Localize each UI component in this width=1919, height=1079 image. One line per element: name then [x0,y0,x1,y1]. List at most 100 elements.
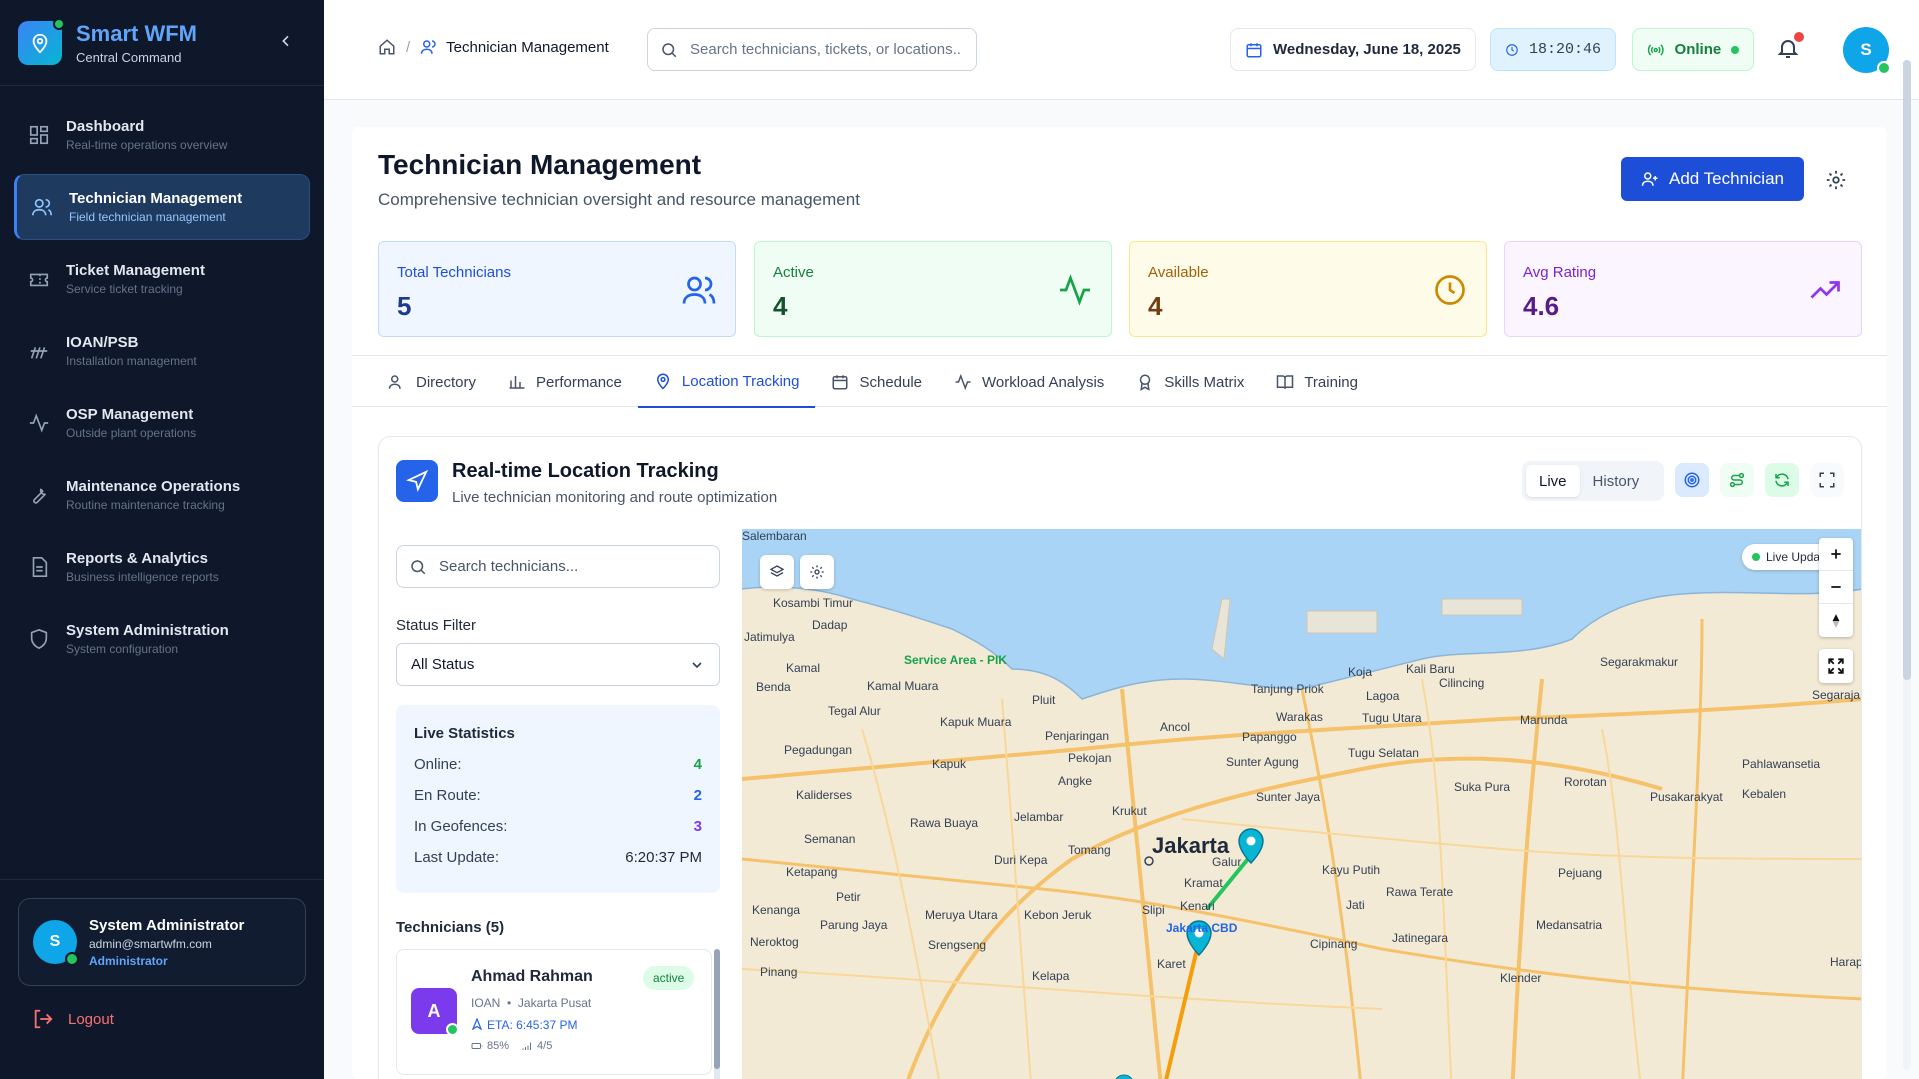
target-icon [1684,472,1700,488]
zoom-out-button[interactable] [1819,571,1853,604]
map-place-label: Meruya Utara [925,908,998,922]
refresh-button[interactable] [1765,463,1799,497]
map-tools [760,555,834,589]
notifications-button[interactable] [1776,32,1804,60]
map-place-label: Jatinegara [1392,931,1449,945]
location-tracking-card: Real-time Location Tracking Live technic… [378,436,1862,1079]
ticket-icon [29,273,49,287]
sidebar-item-label: Ticket Management [66,262,205,279]
avatar: S [33,920,79,966]
logout-button[interactable]: Logout [32,1008,114,1030]
chevron-left-icon [282,35,289,47]
technician-meta: IOAN • Jakarta Pusat [471,996,592,1010]
zoom-controls [1819,538,1853,637]
layers-button[interactable] [760,555,794,589]
user-plus-icon [1641,172,1658,186]
map-place-label: Kamal Muara [867,679,939,693]
zoom-in-button[interactable] [1819,538,1853,571]
compass-button[interactable] [1819,604,1853,637]
sidebar-item-technician-management[interactable]: Technician Management Field technician ma… [14,174,310,240]
brand-logo [18,17,65,65]
map-place-label: Petir [836,890,861,904]
collapse-sidebar-button[interactable] [278,33,294,49]
tab-training[interactable]: Training [1260,356,1374,408]
map-place-label: Neroktog [750,935,799,949]
live-indicator-dot [1752,553,1760,561]
tab-schedule[interactable]: Schedule [815,356,938,408]
user-avatar-button[interactable]: S [1843,27,1891,75]
date-display: Wednesday, June 18, 2025 [1230,28,1476,71]
map-place-label: Kali Baru [1406,662,1455,676]
time-display: 18:20:46 [1490,28,1616,71]
breadcrumb-current: Technician Management [446,38,609,56]
stat-row-en-route: En Route: 2 [414,787,702,818]
map-place-label: Semanan [804,832,856,846]
navigation-icon [406,470,428,492]
sidebar-footer: S System Administrator admin@smartwfm.co… [0,879,324,1079]
plus-icon [1831,549,1841,559]
technician-list-item[interactable]: A Ahmad Rahman active IOAN • Jakarta Pus… [396,949,712,1075]
tab-label: Workload Analysis [982,373,1105,391]
sidebar-item-ioan-psb[interactable]: IOAN/PSB Installation management [14,318,310,384]
map-fullscreen-button[interactable] [1819,649,1853,683]
book-icon [1277,375,1294,389]
map-place-label: Kebon Jeruk [1024,908,1092,922]
live-statistics-panel: Live Statistics Online: 4 En Route: 2 In G… [396,705,720,893]
sidebar-item-system-administration[interactable]: System Administration System configuratio… [14,606,310,672]
global-search[interactable] [647,28,977,71]
stat-card-avg-rating: Avg Rating 4.6 [1504,241,1862,337]
tab-workload-analysis[interactable]: Workload Analysis [938,356,1120,408]
stat-row-label: Online: [414,756,462,773]
stat-row-value: 2 [693,787,702,804]
sidebar-item-desc: Installation management [66,354,197,368]
sidebar-item-desc: Field technician management [69,210,226,224]
fullscreen-button[interactable] [1810,463,1844,497]
tab-directory[interactable]: Directory [372,356,492,408]
page-scrollbar-thumb[interactable] [1903,60,1911,680]
technician-search[interactable] [396,545,720,588]
page-scrollbar[interactable] [1903,60,1911,1070]
stat-value: 4 [1148,291,1163,321]
sidebar-item-maintenance-operations[interactable]: Maintenance Operations Routine maintenanc… [14,462,310,528]
map-place-label: Jelambar [1014,810,1064,824]
map-place-label: Segaraja [1812,688,1861,702]
trending-up-icon [1810,281,1840,299]
sidebar-item-reports-analytics[interactable]: Reports & Analytics Business intelligence… [14,534,310,600]
mode-history-button[interactable]: History [1580,465,1653,497]
stat-label: Active [773,264,814,281]
route-button[interactable] [1720,463,1754,497]
map-place-label: Pejuang [1558,866,1603,880]
technicians-list-title: Technicians (5) [396,919,505,936]
tab-skills-matrix[interactable]: Skills Matrix [1120,356,1260,408]
clock-icon [1435,275,1465,305]
map-place-label: Koja [1348,665,1373,679]
list-scrollbar-thumb[interactable] [714,949,720,1069]
geofence-toggle-button[interactable] [1675,463,1709,497]
route-icon [1729,472,1745,488]
tab-performance[interactable]: Performance [492,356,638,408]
online-status-dot [1877,61,1891,75]
map-place-label: Angke [1058,774,1093,788]
user-profile-card[interactable]: S System Administrator admin@smartwfm.co… [18,898,306,986]
sidebar-item-dashboard[interactable]: Dashboard Real-time operations overview [14,102,310,168]
technician-type: IOAN [471,996,501,1010]
settings-button[interactable] [1825,169,1847,191]
stat-value: 5 [397,291,412,321]
tab-location-tracking[interactable]: Location Tracking [637,356,816,408]
tracking-map[interactable]: Salembaran Kosambi Timur Dadap Jatimulya… [742,529,1861,1079]
sidebar-item-ticket-management[interactable]: Ticket Management Service ticket tracking [14,246,310,312]
home-icon[interactable] [378,38,396,56]
map-settings-button[interactable] [800,555,834,589]
stat-row-value: 3 [693,818,702,835]
geofence-label: Service Area - PIK [904,653,1007,667]
map-place-label: Pinang [760,965,798,979]
search-input[interactable] [690,41,960,58]
sidebar-item-osp-management[interactable]: OSP Management Outside plant operations [14,390,310,456]
mode-live-button[interactable]: Live [1526,465,1580,497]
map-place-label: Jatimulya [744,630,795,644]
expand-icon [1828,658,1844,674]
technician-search-input[interactable] [439,558,699,575]
status-filter-select[interactable]: All Status [396,643,720,686]
online-status-dot [446,1023,459,1036]
add-technician-button[interactable]: Add Technician [1621,157,1804,201]
